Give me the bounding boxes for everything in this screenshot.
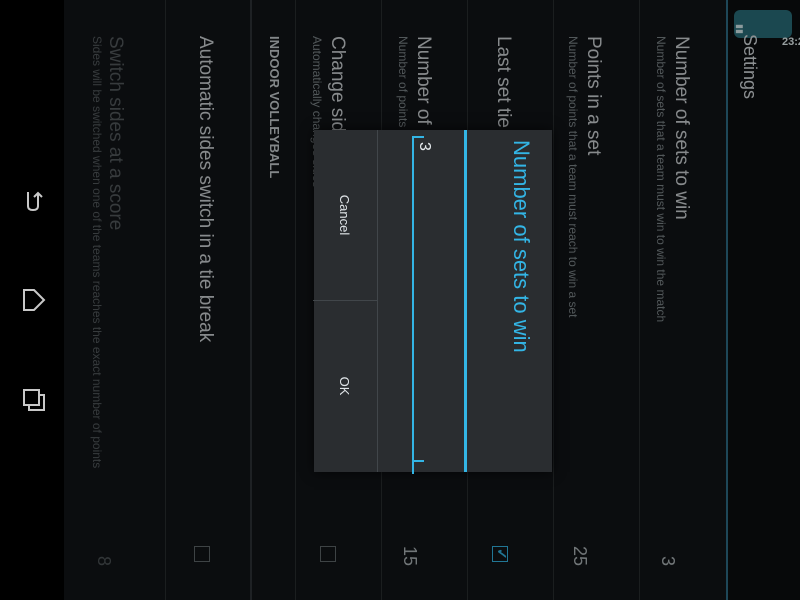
navigation-bar <box>0 0 64 600</box>
number-picker-dialog: Number of sets to win Cancel OK <box>313 130 552 474</box>
home-icon[interactable] <box>20 286 48 314</box>
sets-to-win-input[interactable] <box>412 136 434 474</box>
back-icon[interactable] <box>20 186 48 214</box>
recents-icon[interactable] <box>20 386 48 414</box>
dialog-body <box>378 130 464 474</box>
dialog-divider <box>464 130 467 472</box>
dialog-buttons: Cancel OK <box>313 130 378 472</box>
input-edge <box>412 136 424 138</box>
cancel-button[interactable]: Cancel <box>313 130 377 301</box>
ok-button[interactable]: OK <box>313 301 377 471</box>
input-edge <box>412 460 424 462</box>
dialog-title: Number of sets to win <box>509 140 534 353</box>
